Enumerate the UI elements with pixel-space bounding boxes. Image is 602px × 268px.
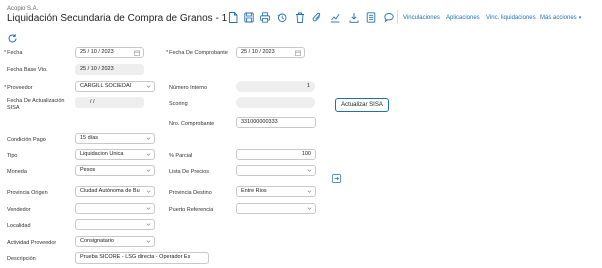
numero-interno-field: 1 bbox=[236, 81, 315, 92]
attach-icon[interactable] bbox=[312, 12, 322, 23]
calendar-icon[interactable] bbox=[134, 50, 140, 56]
required-marker: * bbox=[166, 50, 169, 56]
provincia-destino-select[interactable]: Entre Rios bbox=[236, 186, 316, 197]
moneda-select[interactable]: Pesos bbox=[75, 165, 155, 176]
vinc-liquidaciones-link[interactable]: Vinc. liquidaciones bbox=[486, 15, 536, 21]
chevron-down-icon bbox=[146, 136, 151, 141]
more-actions-label: Más acciones bbox=[540, 15, 577, 21]
chevron-down-icon bbox=[307, 189, 312, 194]
scoring-label: Scoring bbox=[169, 101, 188, 107]
nro-comprobante-label: Nro. Comprobante bbox=[169, 121, 215, 127]
fecha-actualizacion-sisa-label: Fecha De Actualización SISA bbox=[7, 98, 65, 111]
refresh-icon[interactable] bbox=[7, 33, 18, 44]
puerto-referencia-select[interactable] bbox=[236, 203, 316, 214]
chart-icon[interactable] bbox=[330, 12, 340, 23]
chevron-down-icon bbox=[146, 84, 151, 89]
fecha-comprobante-input[interactable]: 25 / 10 / 2023 bbox=[236, 47, 305, 58]
chevron-down-icon bbox=[146, 206, 151, 211]
required-marker: * bbox=[4, 85, 7, 91]
required-marker: * bbox=[4, 50, 7, 56]
chevron-down-icon bbox=[146, 239, 151, 244]
save-icon[interactable] bbox=[244, 12, 254, 23]
vendedor-label: Vendedor bbox=[7, 207, 31, 213]
page-title: Liquidación Secundaria de Compra de Gran… bbox=[7, 13, 228, 24]
chevron-down-icon bbox=[146, 222, 151, 227]
proveedor-label: *Proveedor bbox=[4, 85, 33, 91]
chevron-down-icon bbox=[146, 168, 151, 173]
form-icon[interactable] bbox=[366, 12, 376, 23]
porc-parcial-label: % Parcial bbox=[169, 153, 193, 159]
chevron-down-icon bbox=[307, 206, 312, 211]
proveedor-select[interactable]: CARGILL SOCIEDAI bbox=[75, 81, 155, 92]
more-actions-menu[interactable]: Más acciones ▾ bbox=[540, 15, 581, 21]
print-icon[interactable] bbox=[260, 12, 270, 23]
chevron-down-icon: ▾ bbox=[578, 15, 582, 21]
nro-comprobante-input[interactable]: 331000000333 bbox=[236, 117, 316, 128]
provincia-destino-label: Provincia Destino bbox=[169, 190, 212, 196]
tipo-select[interactable]: Liquidacion Unica bbox=[75, 149, 155, 160]
fecha-label: *Fecha bbox=[4, 50, 23, 56]
actualizar-sisa-button[interactable]: Actualizar SISA bbox=[335, 98, 389, 112]
calendar-icon[interactable] bbox=[295, 50, 301, 56]
tipo-label: Tipo bbox=[7, 153, 18, 159]
company-name: Acopio S.A. bbox=[7, 6, 39, 12]
comment-icon[interactable] bbox=[384, 12, 394, 23]
descripcion-label: Descripción bbox=[7, 256, 36, 262]
aplicaciones-link[interactable]: Aplicaciones bbox=[446, 15, 480, 21]
new-doc-icon[interactable] bbox=[228, 12, 238, 23]
history-icon[interactable] bbox=[277, 12, 287, 23]
vendedor-select[interactable] bbox=[75, 203, 155, 214]
descripcion-input[interactable]: Prueba SICORE - LSG directa - Operador E… bbox=[75, 252, 209, 264]
condicion-pago-select[interactable]: 15 días bbox=[75, 133, 155, 144]
lista-precios-label: Lista De Precios bbox=[169, 169, 210, 175]
actividad-proveedor-select[interactable]: Consignatario bbox=[75, 236, 155, 247]
fecha-input[interactable]: 25 / 10 / 2023 bbox=[75, 47, 144, 58]
chevron-down-icon bbox=[307, 168, 312, 173]
scoring-field bbox=[236, 97, 315, 108]
chevron-down-icon bbox=[146, 189, 151, 194]
open-window-icon[interactable] bbox=[332, 174, 341, 183]
fecha-base-vto-label: Fecha Base Vto. bbox=[7, 67, 48, 73]
fecha-comprobante-label: *Fecha De Comprobante bbox=[166, 50, 228, 56]
localidad-select[interactable] bbox=[75, 219, 155, 230]
puerto-referencia-label: Puerto Referencia bbox=[169, 207, 214, 213]
fecha-actualizacion-sisa-field: / / bbox=[75, 97, 144, 108]
actividad-proveedor-label: Actividad Proveedor bbox=[7, 240, 57, 246]
provincia-origen-label: Provincia Origen bbox=[7, 190, 48, 196]
fecha-base-vto-field: 25 / 10 / 2023 bbox=[75, 64, 144, 75]
porc-parcial-input[interactable]: 100 bbox=[236, 149, 316, 160]
localidad-label: Localidad bbox=[7, 223, 31, 229]
condicion-pago-label: Condición Pago bbox=[7, 137, 46, 143]
delete-icon[interactable] bbox=[295, 12, 305, 23]
provincia-origen-select[interactable]: Ciudad Autónoma de Bu bbox=[75, 186, 155, 197]
vinculaciones-link[interactable]: Vinculaciones bbox=[403, 15, 440, 21]
lista-precios-select[interactable] bbox=[236, 165, 316, 176]
moneda-label: Moneda bbox=[7, 169, 27, 175]
numero-interno-label: Número Interno bbox=[169, 85, 208, 91]
chevron-down-icon bbox=[146, 152, 151, 157]
export-icon[interactable] bbox=[349, 12, 359, 23]
